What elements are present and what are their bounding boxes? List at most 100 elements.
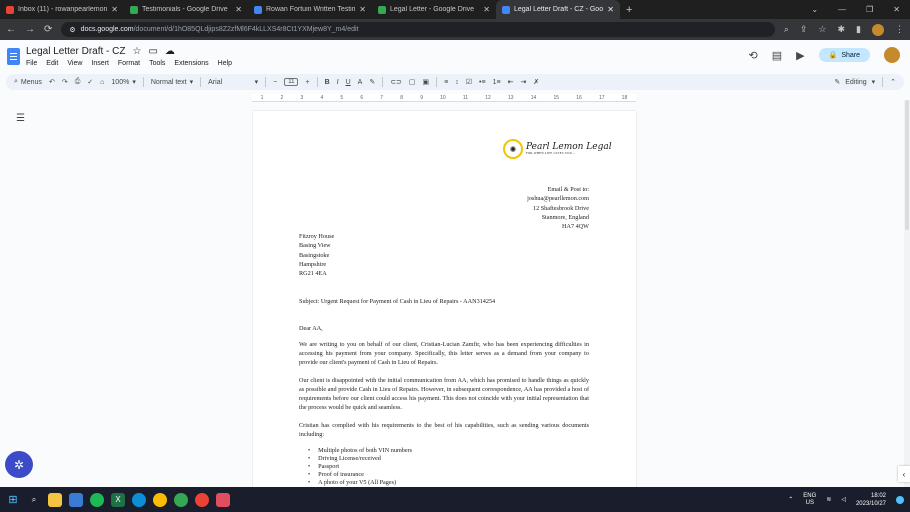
clear-formatting-icon[interactable]: ✗ [533, 78, 539, 86]
gmail-icon [6, 5, 14, 14]
chevron-up-icon[interactable]: ⌃ [788, 496, 793, 503]
wifi-icon[interactable]: ≋ [826, 496, 831, 503]
close-tab-icon[interactable]: ✕ [235, 5, 242, 14]
docs-home-icon[interactable] [7, 47, 20, 65]
menu-insert[interactable]: Insert [91, 60, 109, 67]
checklist-icon[interactable]: ☑ [466, 78, 472, 86]
app-icon[interactable] [69, 492, 83, 507]
meet-icon[interactable]: ▶ [796, 49, 804, 62]
extensions-icon[interactable]: ✱ [838, 24, 846, 36]
browser-tab-written-testimonial[interactable]: Rowan Fortuin Written Testimon ✕ [248, 0, 372, 19]
side-panel-icon[interactable]: ▮ [856, 24, 861, 36]
browser-tab-legal-letter-drive[interactable]: Legal Letter - Google Drive ✕ [372, 0, 496, 19]
back-icon[interactable]: ← [6, 24, 16, 35]
lock-icon: 🔒 [828, 52, 838, 59]
browser-tab-legal-letter-draft[interactable]: Legal Letter Draft - CZ - Google ✕ [496, 0, 620, 19]
editing-mode-select[interactable]: ✎ Editing ▾ [834, 78, 875, 87]
menu-view[interactable]: View [67, 60, 82, 67]
vertical-scrollbar[interactable] [904, 100, 910, 490]
document-page[interactable]: ✺ Pearl Lemon Legal FOR WHEN LIFE GIVES … [253, 111, 636, 491]
style-select[interactable]: Normal text ▾ [151, 78, 193, 87]
scrollbar-thumb[interactable] [905, 100, 909, 230]
search-icon[interactable]: ⌕ [27, 493, 41, 507]
font-select[interactable]: Arial ▾ [208, 78, 258, 87]
share-page-icon[interactable]: ⇪ [800, 24, 808, 36]
close-tab-icon[interactable]: ✕ [111, 5, 118, 14]
start-icon[interactable]: ⊞ [6, 493, 20, 507]
link-icon[interactable]: ⊂⊃ [390, 78, 402, 86]
browser-tab-testimonials[interactable]: Testimonials - Google Drive ✕ [124, 0, 248, 19]
font-size-input[interactable]: 11 [284, 78, 299, 86]
numbered-list-icon[interactable]: 1≡ [493, 79, 501, 86]
account-avatar[interactable] [884, 47, 900, 63]
move-folder-icon[interactable]: ▭ [148, 46, 157, 57]
close-tab-icon[interactable]: ✕ [483, 5, 490, 14]
align-icon[interactable]: ≡ [444, 79, 448, 86]
url-field[interactable]: ⚙ docs.google.com/document/d/1hO85QLdjip… [61, 22, 775, 37]
horizontal-ruler[interactable]: 1 2 3 4 5 6 7 8 9 10 11 12 13 14 15 16 1… [252, 94, 636, 102]
comment-icon[interactable]: ▢ [409, 78, 416, 86]
tab-search-icon[interactable]: ⌄ [811, 5, 818, 14]
image-icon[interactable]: ▣ [423, 78, 430, 86]
browser-menu-icon[interactable]: ⋮ [895, 24, 904, 36]
forward-icon[interactable]: → [25, 24, 35, 35]
zoom-select[interactable]: 100% ▾ [111, 78, 135, 87]
snipping-tool-icon[interactable] [216, 492, 230, 507]
reload-icon[interactable]: ⟳ [44, 24, 52, 35]
menu-help[interactable]: Help [218, 60, 232, 67]
decrease-indent-icon[interactable]: ⇤ [508, 78, 514, 86]
close-tab-icon[interactable]: ✕ [359, 5, 366, 14]
close-tab-icon[interactable]: ✕ [607, 5, 614, 14]
bookmark-star-icon[interactable]: ☆ [818, 24, 826, 36]
maximize-icon[interactable]: ❐ [866, 5, 873, 14]
side-panel-toggle-icon[interactable]: ‹ [898, 466, 910, 482]
file-explorer-icon[interactable] [48, 492, 62, 507]
share-button[interactable]: 🔒 Share [818, 48, 870, 62]
star-icon[interactable]: ☆ [132, 46, 141, 57]
comments-icon[interactable]: ▤ [772, 49, 782, 62]
search-menus-button[interactable]: ⌕ Menus [14, 78, 42, 86]
document-outline-icon[interactable]: ☰ [16, 113, 25, 124]
undo-icon[interactable]: ↶ [49, 78, 55, 86]
underline-icon[interactable]: U [346, 79, 351, 86]
edge-icon[interactable] [132, 492, 146, 507]
increase-font-size-icon[interactable]: + [305, 79, 309, 86]
browser-tab-gmail[interactable]: Inbox (11) - rowanpearlemon@ ✕ [0, 0, 124, 19]
search-icon[interactable]: ⌕ [784, 24, 789, 36]
minimize-icon[interactable]: — [838, 5, 846, 14]
chrome-profile-icon[interactable] [174, 492, 188, 507]
document-title[interactable]: Legal Letter Draft - CZ [26, 46, 125, 57]
menu-edit[interactable]: Edit [46, 60, 58, 67]
menu-file[interactable]: File [26, 60, 37, 67]
close-window-icon[interactable]: ✕ [893, 5, 900, 14]
highlight-icon[interactable]: ✎ [369, 78, 375, 86]
excel-icon[interactable]: X [111, 492, 125, 507]
menu-format[interactable]: Format [118, 60, 140, 67]
volume-icon[interactable]: ◁ [841, 496, 846, 503]
profile-avatar[interactable] [872, 23, 884, 36]
bold-icon[interactable]: B [325, 79, 330, 86]
italic-icon[interactable]: I [337, 79, 339, 86]
language-indicator[interactable]: ENG US [803, 493, 816, 507]
version-history-icon[interactable]: ⟲ [749, 49, 758, 62]
chrome-icon[interactable] [153, 492, 167, 507]
redo-icon[interactable]: ↷ [62, 78, 68, 86]
assistant-fab-button[interactable]: ✲ [5, 451, 33, 478]
print-icon[interactable]: ⎙ [75, 78, 81, 86]
increase-indent-icon[interactable]: ⇥ [520, 78, 526, 86]
spellcheck-icon[interactable]: ✓ [87, 78, 93, 86]
spotify-icon[interactable] [90, 492, 104, 507]
line-spacing-icon[interactable]: ↕ [455, 79, 459, 86]
menu-extensions[interactable]: Extensions [174, 60, 208, 67]
notifications-icon[interactable] [896, 495, 904, 504]
decrease-font-size-icon[interactable]: − [273, 79, 277, 86]
collapse-menus-icon[interactable]: ⌃ [890, 78, 896, 86]
new-tab-button[interactable]: + [620, 0, 638, 19]
menu-tools[interactable]: Tools [149, 60, 165, 67]
text-color-icon[interactable]: A [358, 79, 363, 86]
site-info-icon[interactable]: ⚙ [69, 26, 75, 34]
clock[interactable]: 18:02 2023/10/27 [856, 492, 886, 508]
bulleted-list-icon[interactable]: •≡ [479, 79, 486, 86]
chrome-profile-icon[interactable] [195, 492, 209, 507]
paint-format-icon[interactable]: ⌂ [100, 79, 104, 86]
